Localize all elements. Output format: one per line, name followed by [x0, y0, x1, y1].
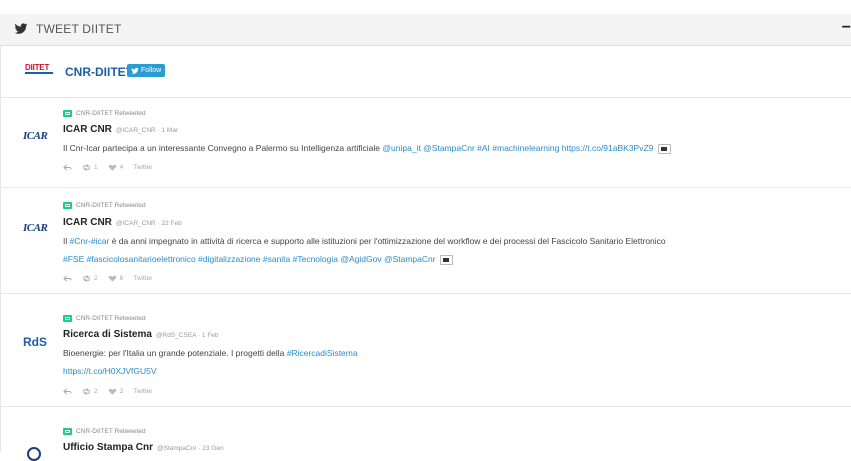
- retweet-button[interactable]: 1: [82, 164, 98, 171]
- tweet-author[interactable]: ICAR CNR @ICAR_CNR · 1 Mar: [63, 124, 178, 135]
- author-meta[interactable]: @StampaCnr · 23 Gen: [157, 445, 224, 452]
- account-logo-text: DIITET: [25, 63, 50, 72]
- retweet-badge-icon: [63, 315, 72, 322]
- tweet-text-line-1: Bioenergie: per l'Italia un grande poten…: [63, 345, 358, 361]
- tweet-text-line-1: Il #Cnr-#icar è da anni impegnato in att…: [63, 233, 666, 249]
- like-button[interactable]: 4: [108, 164, 124, 171]
- reply-icon: [63, 164, 72, 171]
- like-button[interactable]: 2: [108, 388, 124, 395]
- retweet-count: 2: [94, 275, 98, 282]
- follow-button[interactable]: Follow: [127, 64, 166, 77]
- author-name[interactable]: ICAR CNR: [63, 124, 112, 135]
- tweet-url-link[interactable]: https://t.co/H0XJVfGU5V: [63, 366, 157, 376]
- hashtag-link[interactable]: #Cnr: [70, 236, 88, 246]
- author-name[interactable]: ICAR CNR: [63, 217, 112, 228]
- retweet-icon: [83, 275, 90, 282]
- avatar[interactable]: ICAR: [23, 222, 48, 244]
- retweet-badge-icon: [63, 110, 72, 117]
- tweet-item[interactable]: CNR-DIITET Retweeted RdS Ricerca di Sist…: [1, 294, 851, 407]
- author-meta[interactable]: @ICAR_CNR · 1 Mar: [116, 127, 178, 134]
- account-name-link[interactable]: CNR-DIITET: [65, 65, 133, 79]
- follow-label: Follow: [141, 67, 162, 74]
- hashtag-link[interactable]: #icar: [91, 236, 109, 246]
- reply-icon: [63, 388, 72, 395]
- avatar[interactable]: [27, 447, 41, 461]
- twitter-bird-icon: [131, 67, 139, 74]
- media-icon[interactable]: [657, 143, 671, 154]
- retweeted-by-label: CNR-DIITET Retweeted: [76, 110, 146, 117]
- tweet-text-plain: Il Cnr-Icar partecipa a un interessante …: [63, 143, 381, 153]
- author-name[interactable]: Ufficio Stampa Cnr: [63, 442, 153, 453]
- media-icon[interactable]: [439, 254, 453, 265]
- tweet-actions: 1 4 Twitter: [63, 164, 152, 171]
- retweet-context: CNR-DIITET Retweeted: [63, 110, 146, 117]
- tweet-text-plain: è da anni impegnato in attività di ricer…: [111, 236, 666, 246]
- widget-header[interactable]: TWEET DIITET −: [0, 14, 851, 46]
- avatar-text: RdS: [23, 335, 47, 349]
- reply-icon: [63, 275, 72, 282]
- hashtag-link[interactable]: #RicercadiSistema: [287, 348, 358, 358]
- source-link[interactable]: Twitter: [133, 275, 152, 282]
- tweet-author[interactable]: Ufficio Stampa Cnr @StampaCnr · 23 Gen: [63, 442, 224, 453]
- like-count: 2: [119, 388, 124, 395]
- top-spacer: [0, 0, 851, 14]
- tweet-item[interactable]: CNR-DIITET Retweeted ICAR ICAR CNR @ICAR…: [1, 98, 851, 188]
- collapse-button[interactable]: −: [842, 19, 851, 37]
- reply-button[interactable]: [63, 388, 72, 395]
- tweet-item[interactable]: CNR-DIITET Retweeted ICAR ICAR CNR @ICAR…: [1, 188, 851, 294]
- tweet-author[interactable]: ICAR CNR @ICAR_CNR · 22 Feb: [63, 217, 182, 228]
- retweet-button[interactable]: 2: [82, 275, 98, 282]
- widget-title: TWEET DIITET: [36, 22, 122, 36]
- retweet-button[interactable]: 2: [82, 388, 98, 395]
- avatar-text: ICAR: [23, 222, 48, 234]
- retweet-count: 1: [94, 164, 98, 171]
- retweet-icon: [83, 388, 90, 395]
- retweeted-by-label: CNR-DIITET Retweeted: [76, 428, 146, 435]
- source-link[interactable]: Twitter: [133, 388, 152, 395]
- retweeted-by-label: CNR-DIITET Retweeted: [76, 315, 146, 322]
- avatar[interactable]: ICAR: [23, 130, 48, 152]
- author-meta[interactable]: @ICAR_CNR · 22 Feb: [116, 220, 182, 227]
- twitter-widget-panel: TWEET DIITET − DIITET CNR-DIITET Follow …: [0, 0, 851, 461]
- avatar-text: ICAR: [23, 130, 48, 142]
- retweeted-by-label: CNR-DIITET Retweeted: [76, 202, 146, 209]
- tweet-links[interactable]: @unipa_it @StampaCnr #AI #machinelearnin…: [382, 143, 653, 153]
- tweet-text-line-2: #FSE #fascicolosanitarioelettronico #dig…: [63, 251, 453, 267]
- heart-icon: [108, 275, 116, 282]
- tweet-text: Il Cnr-Icar partecipa a un interessante …: [63, 140, 671, 156]
- retweet-icon: [83, 164, 90, 171]
- tweet-actions: 2 6 Twitter: [63, 275, 152, 282]
- tweet-text-plain: Bioenergie: per l'Italia un grande poten…: [63, 348, 285, 358]
- heart-icon: [108, 164, 116, 171]
- like-count: 4: [119, 164, 124, 171]
- tweet-timeline: DIITET CNR-DIITET Follow CNR-DIITET Retw…: [0, 46, 851, 461]
- account-logo-bar: [25, 72, 53, 74]
- retweet-badge-icon: [63, 202, 72, 209]
- tweet-item[interactable]: CNR-DIITET Retweeted Ufficio Stampa Cnr …: [1, 407, 851, 461]
- retweet-count: 2: [94, 388, 98, 395]
- retweet-context: CNR-DIITET Retweeted: [63, 315, 146, 322]
- tweet-text-plain: Il: [63, 236, 68, 246]
- reply-button[interactable]: [63, 164, 72, 171]
- account-logo[interactable]: DIITET: [25, 63, 55, 79]
- like-button[interactable]: 6: [108, 275, 124, 282]
- retweet-context: CNR-DIITET Retweeted: [63, 202, 146, 209]
- timeline-header: DIITET CNR-DIITET Follow: [1, 46, 851, 98]
- author-meta[interactable]: @RdS_CSEA · 1 Feb: [156, 332, 219, 339]
- tweet-links[interactable]: #FSE #fascicolosanitarioelettronico #dig…: [63, 254, 436, 264]
- twitter-bird-icon: [14, 23, 28, 34]
- tweet-actions: 2 2 Twitter: [63, 388, 152, 395]
- tweet-text-line-2: https://t.co/H0XJVfGU5V: [63, 363, 157, 379]
- heart-icon: [108, 388, 116, 395]
- source-link[interactable]: Twitter: [133, 164, 152, 171]
- author-name[interactable]: Ricerca di Sistema: [63, 329, 152, 340]
- retweet-context: CNR-DIITET Retweeted: [63, 428, 146, 435]
- avatar[interactable]: RdS: [23, 335, 47, 357]
- reply-button[interactable]: [63, 275, 72, 282]
- like-count: 6: [119, 275, 124, 282]
- tweet-author[interactable]: Ricerca di Sistema @RdS_CSEA · 1 Feb: [63, 329, 219, 340]
- retweet-badge-icon: [63, 428, 72, 435]
